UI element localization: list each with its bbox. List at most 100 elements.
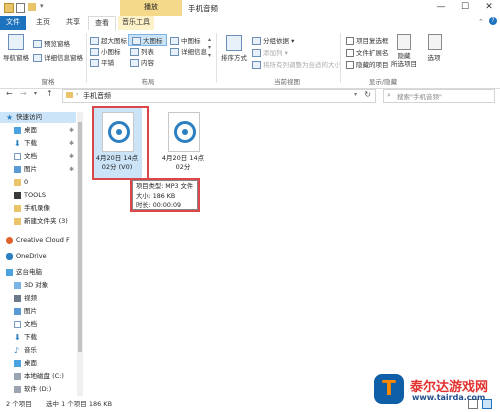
file-item[interactable]: 4月20日 14点02分 xyxy=(158,108,208,178)
help-icon[interactable]: ? xyxy=(489,17,497,25)
fit-columns-button[interactable]: 将所有列调整为合适的大小 xyxy=(252,59,341,69)
pane-group-label: 窗格 xyxy=(41,78,55,86)
highlight-box xyxy=(130,178,200,212)
document-icon xyxy=(14,152,21,160)
navigation-pane-button[interactable]: 导航窗格 xyxy=(2,52,30,62)
quick-folder-icon[interactable] xyxy=(28,3,36,11)
close-button[interactable]: ✕ xyxy=(478,0,500,16)
nav-item-creative-cloud[interactable]: Creative Cloud F xyxy=(0,235,76,246)
folder-icon xyxy=(14,204,21,212)
extra-large-icons-icon xyxy=(90,37,99,45)
details-pane-button[interactable]: 详细信息窗格 xyxy=(33,52,83,62)
nav-item-3d-objects[interactable]: 3D 对象 xyxy=(0,280,76,291)
add-columns-button[interactable]: 添加列 ▾ xyxy=(252,47,288,57)
quick-access-dropdown-icon[interactable]: ▾ xyxy=(40,2,44,10)
group-by-label: 分组依据 xyxy=(263,37,289,45)
layout-label: 小图标 xyxy=(101,48,121,56)
hide-selected-button[interactable]: 隐藏 所选项目 xyxy=(386,52,422,68)
audio-file-icon xyxy=(168,112,200,152)
maximize-button[interactable]: ☐ xyxy=(454,0,476,16)
options-button[interactable]: 选项 xyxy=(424,52,444,62)
nav-item-pictures-pc[interactable]: 图片 xyxy=(0,306,76,317)
nav-label: 桌面 xyxy=(24,126,37,134)
nav-item-downloads[interactable]: ⬇ 下载 ✱ xyxy=(0,138,76,149)
up-button[interactable]: ↑ xyxy=(46,89,53,98)
group-by-button[interactable]: 分组依据 ▾ xyxy=(252,35,294,45)
search-input[interactable]: ⌕ 搜索"手机音频" xyxy=(383,89,495,103)
nav-item-desktop-pc[interactable]: 桌面 xyxy=(0,358,76,369)
layout-label: 中图标 xyxy=(181,37,201,45)
nav-label: 这台电脑 xyxy=(16,268,42,276)
layout-scroll-icon[interactable]: ▴ ▾ ▾ xyxy=(208,36,211,60)
checkbox-icon[interactable] xyxy=(16,3,25,13)
nav-item-documents-pc[interactable]: 文档 xyxy=(0,319,76,330)
nav-item-drive-c[interactable]: 本地磁盘 (C:) xyxy=(0,371,76,382)
nav-item-tools[interactable]: TOOLS xyxy=(0,190,76,201)
nav-label: 新建文件夹 (3) xyxy=(24,217,68,225)
window-title: 手机音频 xyxy=(188,4,218,13)
sort-by-button[interactable]: 排序方式 xyxy=(220,52,248,62)
tab-view[interactable]: 查看 xyxy=(88,16,116,31)
layout-medium-icons[interactable]: 中图标 xyxy=(170,35,201,45)
tab-file[interactable]: 文件 xyxy=(0,16,26,30)
nav-item-music[interactable]: ♪ 音乐 xyxy=(0,345,76,356)
forward-button[interactable]: → xyxy=(20,89,27,98)
preview-pane-button[interactable]: 预览窗格 xyxy=(33,38,70,48)
layout-label: 内容 xyxy=(141,59,154,67)
list-icon xyxy=(130,48,139,56)
nav-label: 3D 对象 xyxy=(24,281,49,289)
layout-content[interactable]: 内容 xyxy=(130,57,154,67)
layout-label: 详细信息 xyxy=(181,48,207,56)
tab-music-tools[interactable]: 音乐工具 xyxy=(118,16,154,30)
hidden-items-toggle[interactable]: 隐藏的项目 xyxy=(346,59,389,69)
nav-item-onedrive[interactable]: OneDrive xyxy=(0,251,76,262)
nav-item-this-pc[interactable]: 这台电脑 xyxy=(0,267,76,278)
nav-item-folder-0[interactable]: 0 xyxy=(0,177,76,188)
nav-item-pictures[interactable]: 图片 ✱ xyxy=(0,164,76,175)
nav-item-videos[interactable]: 视频 xyxy=(0,293,76,304)
address-dropdown-icon[interactable]: ▾ xyxy=(354,91,357,98)
ribbon-collapse-icon[interactable]: ⌃ xyxy=(478,18,484,26)
layout-group-label: 布局 xyxy=(141,78,155,86)
file-extensions-toggle[interactable]: 文件扩展名 xyxy=(346,47,389,57)
title-bar xyxy=(0,0,500,16)
nav-item-drive-d[interactable]: 软件 (D:) xyxy=(0,384,76,395)
nav-label: 桌面 xyxy=(24,359,37,367)
layout-large-icons[interactable]: 大图标 xyxy=(128,34,167,46)
preview-pane-label: 预览窗格 xyxy=(44,40,70,48)
tab-home[interactable]: 主页 xyxy=(30,16,56,30)
group-by-icon xyxy=(252,37,261,45)
nav-item-phone-videos[interactable]: 手机录像 xyxy=(0,203,76,214)
nav-item-downloads-pc[interactable]: ⬇ 下载 xyxy=(0,332,76,343)
pictures-icon xyxy=(14,307,21,315)
layout-label: 列表 xyxy=(141,48,154,56)
large-icons-icon xyxy=(132,37,141,45)
layout-extra-large-icons[interactable]: 超大图标 xyxy=(90,35,127,45)
nav-item-desktop[interactable]: 桌面 ✱ xyxy=(0,125,76,136)
nav-scrollbar-thumb[interactable] xyxy=(78,122,82,352)
layout-tiles[interactable]: 平铺 xyxy=(90,57,114,67)
nav-item-documents[interactable]: 文档 ✱ xyxy=(0,151,76,162)
current-view-group-label: 当前视图 xyxy=(274,78,300,86)
address-bar[interactable]: › 手机音频 ▾ ↻ xyxy=(62,89,376,103)
refresh-icon[interactable]: ↻ xyxy=(364,90,371,99)
layout-small-icons[interactable]: 小图标 xyxy=(90,46,121,56)
tab-share[interactable]: 共享 xyxy=(60,16,86,30)
nav-label: 本地磁盘 (C:) xyxy=(24,372,64,380)
nav-item-new-folder-3[interactable]: 新建文件夹 (3) xyxy=(0,216,76,227)
status-selection: 选中 1 个项目 186 KB xyxy=(46,400,113,408)
watermark-logo-glyph: T xyxy=(382,376,396,400)
minimize-button[interactable]: — xyxy=(430,0,452,16)
recent-locations-icon[interactable]: ▾ xyxy=(34,90,37,97)
nav-label: Creative Cloud F xyxy=(16,236,70,244)
layout-details[interactable]: 详细信息 xyxy=(170,46,207,56)
address-path: 手机音频 xyxy=(83,92,111,100)
pictures-icon xyxy=(14,165,21,173)
creative-cloud-icon xyxy=(6,236,13,244)
ribbon-separator xyxy=(216,33,217,83)
item-checkboxes-toggle[interactable]: 项目复选框 xyxy=(346,35,389,45)
layout-list[interactable]: 列表 xyxy=(130,46,154,56)
download-icon: ⬇ xyxy=(14,332,21,342)
back-button[interactable]: ← xyxy=(6,89,13,98)
nav-item-quick-access[interactable]: ★ 快速访问 xyxy=(0,112,76,123)
